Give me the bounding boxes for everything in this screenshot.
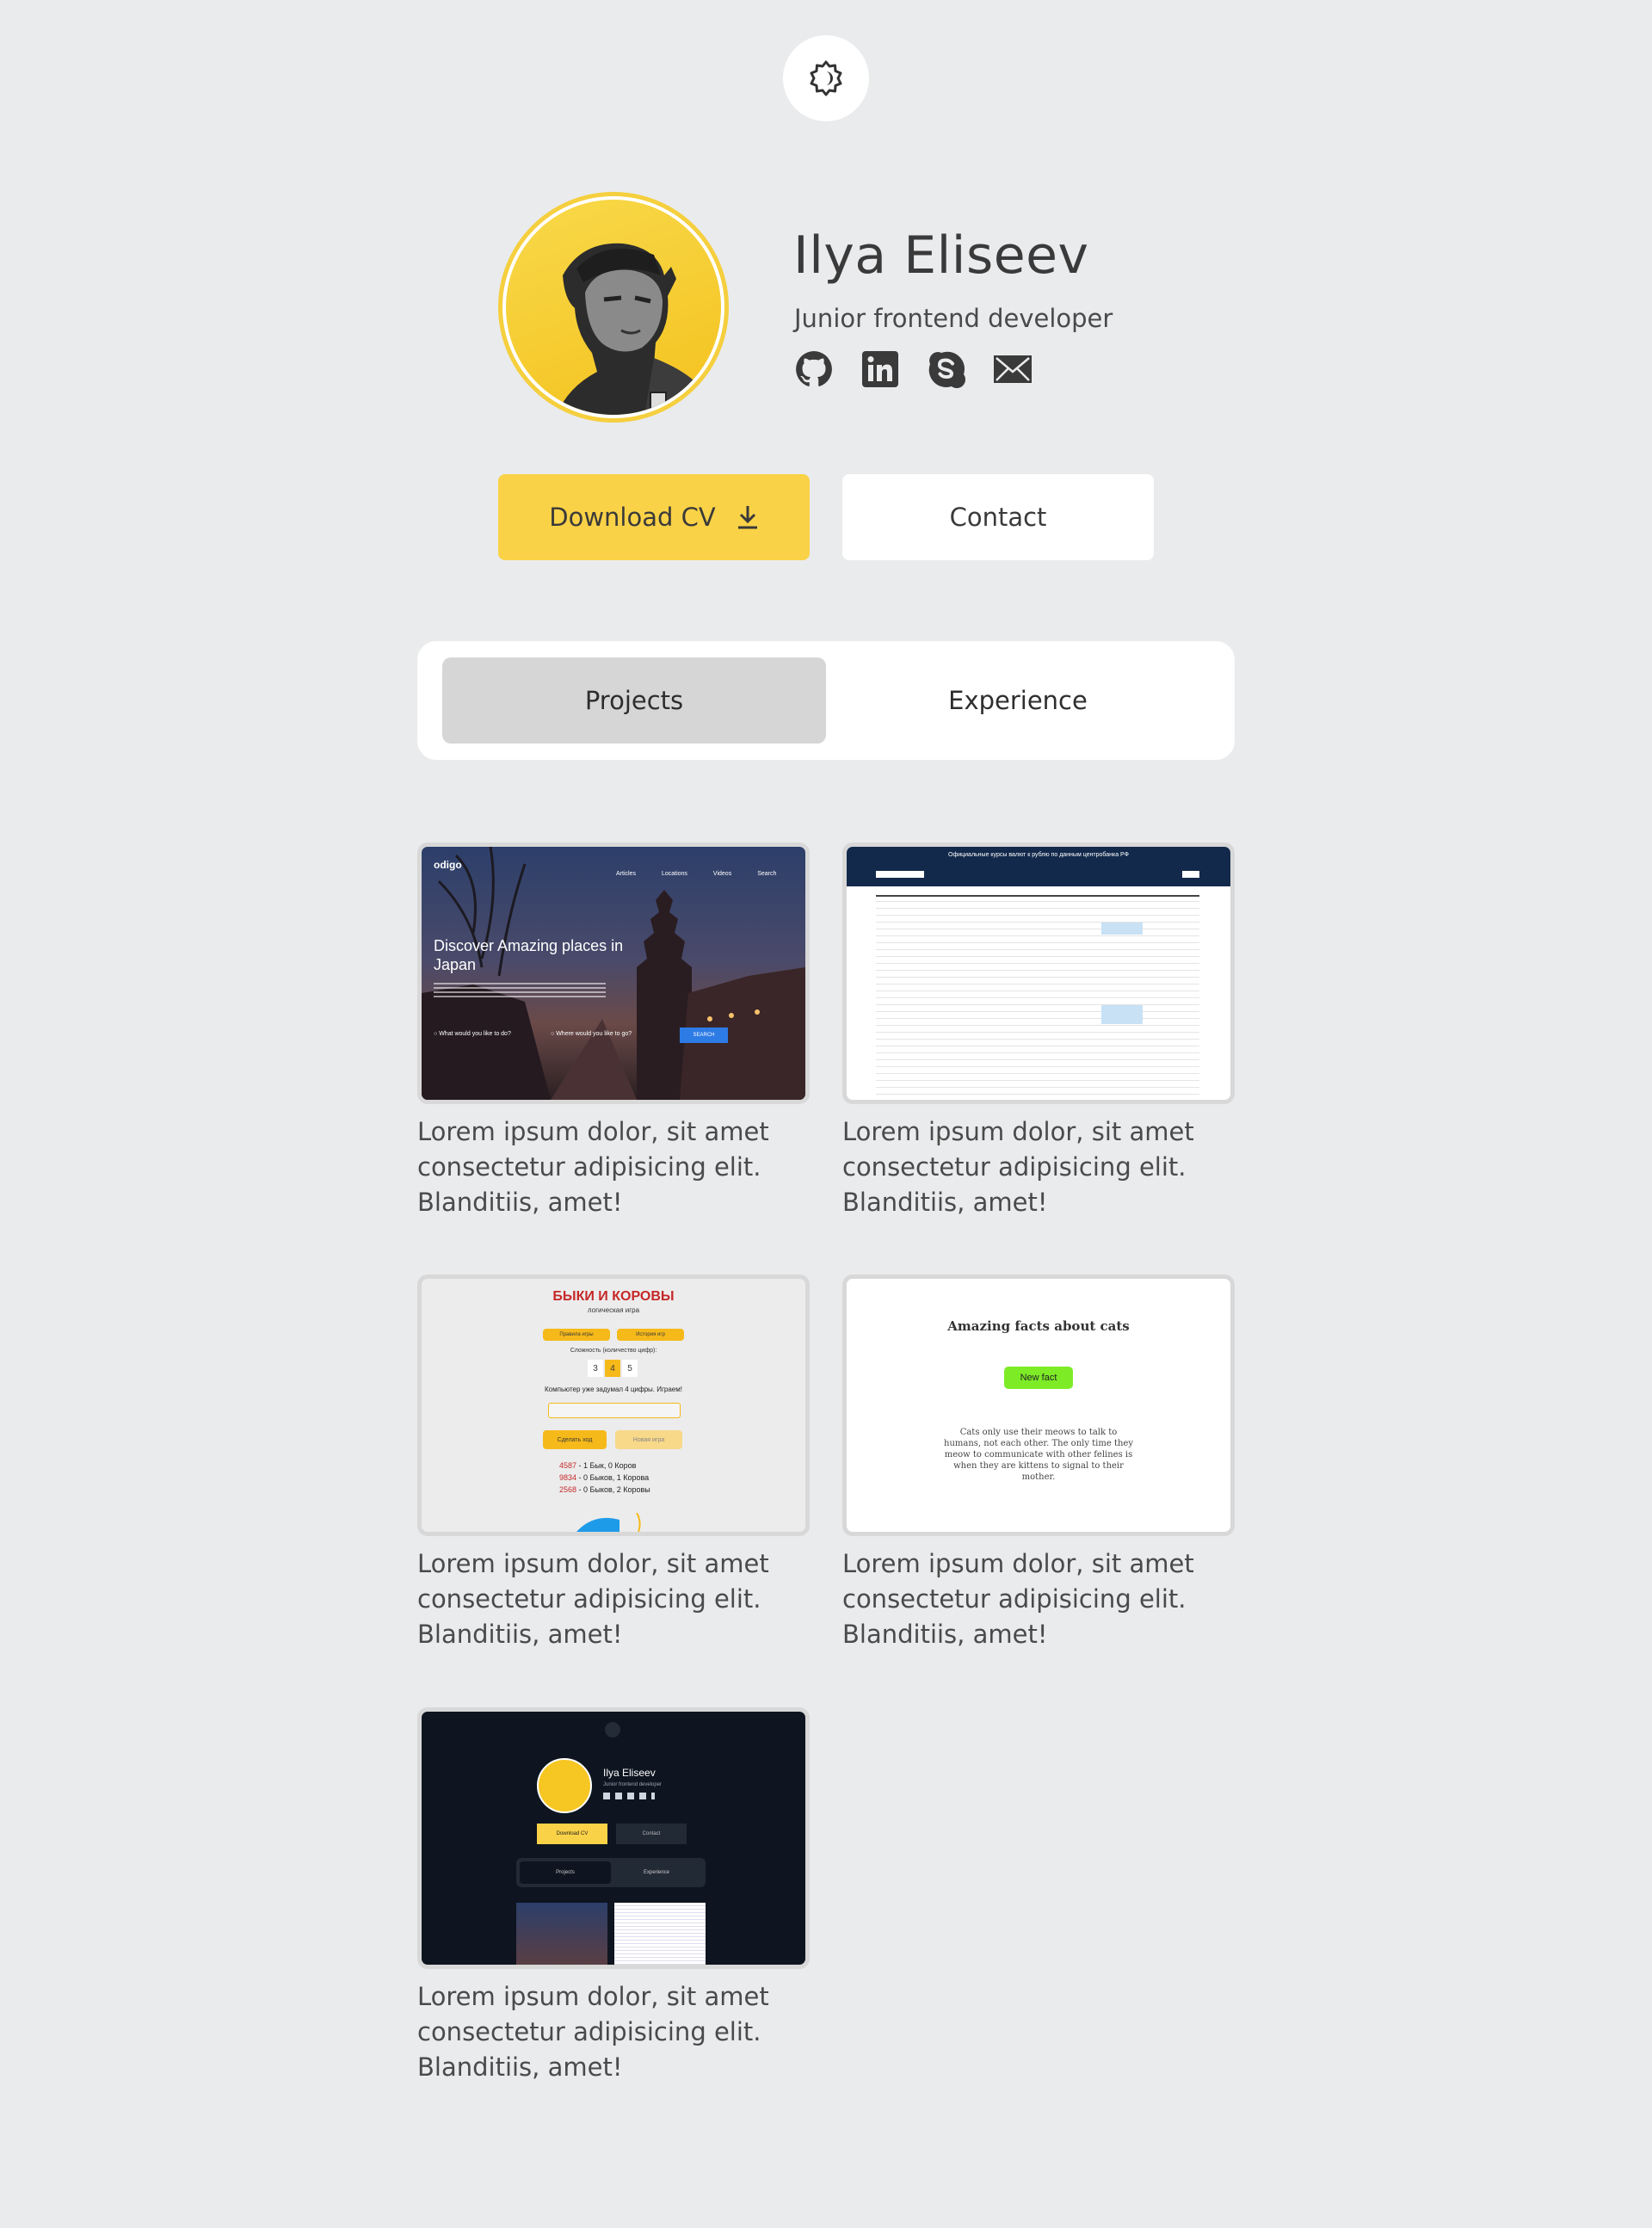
mail-icon[interactable]	[992, 349, 1033, 390]
project-description: Lorem ipsum dolor, sit amet consectetur …	[417, 1549, 769, 1649]
preview-moves: 4587 - 1 Бык, 0 Коров 9834 - 0 Быков, 1 …	[559, 1460, 650, 1496]
preview-nav-item: Search	[757, 871, 777, 877]
download-icon	[737, 506, 757, 529]
project-description: Lorem ipsum dolor, sit amet consectetur …	[417, 1117, 769, 1217]
preview-move-button: Сделать ход	[543, 1430, 607, 1449]
preview-move: 9834 - 0 Быков, 1 Корова	[559, 1472, 650, 1484]
preview-contact-button: Contact	[616, 1824, 687, 1844]
tab-projects[interactable]: Projects	[442, 657, 826, 744]
preview-input	[548, 1403, 681, 1418]
section-tabs: Projects Experience	[417, 641, 1235, 760]
preview-logo: odigo	[434, 859, 462, 871]
theme-toggle-button[interactable]	[783, 35, 869, 121]
preview-thumb	[516, 1903, 607, 1965]
preview-history-button: История игр	[617, 1329, 684, 1341]
preview-field-text: Where would you like to go?	[556, 1031, 632, 1037]
project-thumbnail[interactable]: Официальные курсы валют к рублю по данны…	[842, 842, 1235, 1104]
project-description: Lorem ipsum dolor, sit amet consectetur …	[842, 1549, 1194, 1649]
profile-name: Ilya Eliseev	[793, 225, 1089, 286]
project-description: Lorem ipsum dolor, sit amet consectetur …	[842, 1117, 1194, 1217]
project-card[interactable]: Ilya Eliseev Junior frontend developer D…	[417, 1707, 810, 2085]
preview-name: Ilya Eliseev	[603, 1767, 656, 1779]
social-links	[793, 349, 1033, 390]
preview-title: БЫКИ И КОРОВЫ	[552, 1289, 675, 1304]
project-card[interactable]: Официальные курсы валют к рублю по данны…	[842, 842, 1235, 1220]
preview-cell-highlight	[1101, 1005, 1143, 1024]
project-thumbnail[interactable]: Amazing facts about cats New fact Cats o…	[842, 1274, 1235, 1536]
preview-rules-button: Правила игры	[543, 1329, 610, 1341]
preview-title: Amazing facts about cats	[947, 1318, 1130, 1334]
preview-table	[876, 895, 1199, 1100]
preview-field: ○ What would you like to do?	[434, 1031, 511, 1037]
project-thumbnail[interactable]: odigo Articles Locations Videos Search D…	[417, 842, 810, 1104]
preview-new-fact-button: New fact	[1004, 1367, 1073, 1389]
download-cv-label: Download CV	[549, 503, 716, 532]
preview-download-button: Download CV	[537, 1824, 607, 1844]
project-thumbnail[interactable]: Ilya Eliseev Junior frontend developer D…	[417, 1707, 810, 1969]
preview-search-button: SEARCH	[680, 1028, 728, 1043]
preview-headline: Discover Amazing places in Japan	[434, 937, 624, 973]
profile-role: Junior frontend developer	[794, 304, 1113, 333]
preview-subtitle: логическая игра	[587, 1306, 640, 1314]
preview-paragraph	[434, 983, 606, 998]
preview-move-result: - 0 Быков, 2 Коровы	[576, 1485, 650, 1494]
contact-label: Contact	[949, 503, 1047, 532]
preview-new-game-button: Новая игра	[615, 1430, 682, 1449]
preview-nav-item: Articles	[616, 871, 636, 877]
preview-socials	[603, 1793, 655, 1799]
preview-move-number: 9834	[559, 1473, 577, 1482]
preview-select	[876, 871, 924, 878]
preview-thumb	[614, 1903, 706, 1965]
download-cv-button[interactable]: Download CV	[498, 474, 810, 560]
project-card[interactable]: БЫКИ И КОРОВЫ логическая игра Правила иг…	[417, 1274, 810, 1652]
preview-bull-image	[576, 1513, 641, 1532]
preview-message: Компьютер уже задумал 4 цифры. Играем!	[545, 1386, 682, 1393]
preview-avatar	[537, 1758, 592, 1813]
preview-fact: Cats only use their meows to talk to hum…	[944, 1428, 1133, 1482]
linkedin-icon[interactable]	[860, 349, 901, 390]
github-icon[interactable]	[793, 349, 835, 390]
tab-projects-label: Projects	[584, 686, 684, 715]
preview-move-number: 2568	[559, 1485, 577, 1494]
preview-nav: Articles Locations Videos Search	[616, 871, 776, 877]
preview-difficulty: Сложность (количество цифр):	[570, 1348, 657, 1354]
preview-digit: 3	[588, 1360, 603, 1377]
preview-tab: Projects	[520, 1861, 611, 1884]
preview-nav-item: Locations	[661, 871, 687, 877]
project-card[interactable]: odigo Articles Locations Videos Search D…	[417, 842, 810, 1220]
preview-field: ○ Where would you like to go?	[551, 1031, 632, 1037]
preview-move: 4587 - 1 Бык, 0 Коров	[559, 1460, 650, 1472]
project-description: Lorem ipsum dolor, sit amet consectetur …	[417, 1982, 769, 2082]
gear-icon	[810, 60, 842, 96]
preview-theme-toggle	[605, 1722, 620, 1737]
preview-digits: 3 4 5	[588, 1360, 638, 1377]
preview-field-text: What would you like to do?	[439, 1031, 511, 1037]
project-card[interactable]: Amazing facts about cats New fact Cats o…	[842, 1274, 1235, 1652]
preview-cell-highlight	[1101, 923, 1143, 935]
preview-tab: Experience	[643, 1870, 670, 1875]
skype-icon[interactable]	[926, 349, 967, 390]
preview-nav-item: Videos	[712, 871, 732, 877]
preview-buttons	[1182, 871, 1199, 878]
tab-experience[interactable]: Experience	[826, 657, 1210, 744]
tab-experience-label: Experience	[948, 686, 1088, 715]
preview-title: Официальные курсы валют к рублю по данны…	[948, 852, 1129, 858]
avatar	[498, 192, 729, 423]
project-thumbnail[interactable]: БЫКИ И КОРОВЫ логическая игра Правила иг…	[417, 1274, 810, 1536]
preview-role: Junior frontend developer	[603, 1782, 663, 1787]
preview-move: 2568 - 0 Быков, 2 Коровы	[559, 1484, 650, 1496]
contact-button[interactable]: Contact	[842, 474, 1154, 560]
preview-table-header	[876, 895, 1199, 897]
preview-move-result: - 1 Бык, 0 Коров	[576, 1461, 637, 1470]
preview-digit: 5	[622, 1360, 638, 1377]
preview-move-result: - 0 Быков, 1 Корова	[576, 1473, 650, 1482]
preview-move-number: 4587	[559, 1461, 577, 1470]
preview-digit: 4	[605, 1360, 620, 1377]
